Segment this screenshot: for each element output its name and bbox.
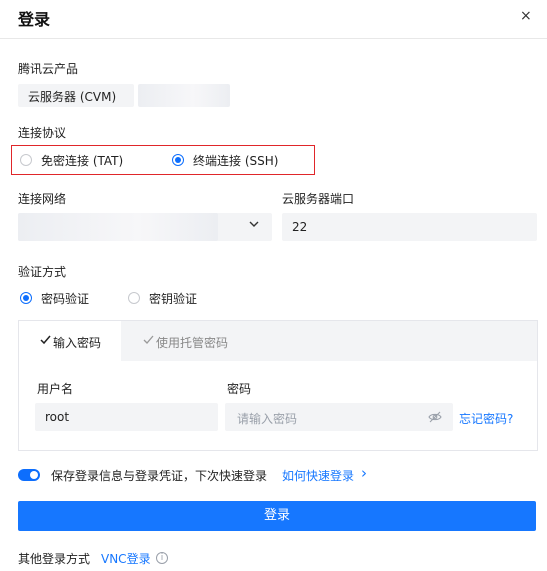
radio-key-auth-label[interactable]: 密钥验证 xyxy=(149,290,197,307)
other-login-label: 其他登录方式 xyxy=(18,552,91,566)
chevron-right-icon[interactable]: › xyxy=(361,464,367,482)
radio-tat[interactable] xyxy=(20,154,32,166)
eye-off-icon[interactable] xyxy=(428,411,442,426)
save-login-toggle[interactable] xyxy=(18,469,40,481)
username-label: 用户名 xyxy=(37,382,74,396)
password-placeholder: 请输入密码 xyxy=(237,412,298,426)
header-divider xyxy=(0,38,547,39)
network-label: 连接网络 xyxy=(18,192,67,206)
port-label: 云服务器端口 xyxy=(282,192,355,206)
port-value: 22 xyxy=(292,220,308,234)
info-icon[interactable]: i xyxy=(156,552,168,564)
auth-label: 验证方式 xyxy=(18,265,67,279)
instance-id-blurred xyxy=(138,84,230,107)
login-button[interactable]: 登录 xyxy=(18,501,536,531)
product-label: 腾讯云产品 xyxy=(18,62,79,76)
password-label: 密码 xyxy=(227,382,252,396)
username-value: root xyxy=(45,410,70,424)
forgot-password-link[interactable]: 忘记密码? xyxy=(459,410,513,427)
port-input[interactable]: 22 xyxy=(282,213,537,241)
vnc-login-link[interactable]: VNC登录 xyxy=(101,550,151,567)
tab-managed-password[interactable]: 使用托管密码 xyxy=(121,321,261,361)
toggle-knob xyxy=(30,471,38,479)
radio-ssh-label[interactable]: 终端连接 (SSH) xyxy=(193,152,278,169)
tab-input-password[interactable]: 输入密码 xyxy=(19,321,121,361)
check-icon xyxy=(40,334,51,348)
radio-tat-label[interactable]: 免密连接 (TAT) xyxy=(41,152,123,169)
network-select[interactable] xyxy=(18,213,272,241)
save-login-text: 保存登录信息与登录凭证，下次快速登录 xyxy=(51,469,268,483)
product-field: 云服务器 (CVM) xyxy=(18,84,134,107)
credentials-panel: 输入密码 使用托管密码 用户名 root 密码 请输入密码 忘记密码? xyxy=(18,320,538,451)
product-value: 云服务器 (CVM) xyxy=(28,90,117,104)
check-icon xyxy=(143,334,154,348)
tab-managed-password-label: 使用托管密码 xyxy=(156,336,229,350)
username-input[interactable]: root xyxy=(35,403,218,431)
dialog-title: 登录 xyxy=(18,10,51,29)
network-value-blurred xyxy=(18,213,218,241)
radio-password-auth[interactable] xyxy=(20,292,32,304)
radio-ssh[interactable] xyxy=(172,154,184,166)
radio-key-auth[interactable] xyxy=(128,292,140,304)
close-icon[interactable]: × xyxy=(520,8,532,24)
chevron-down-icon xyxy=(248,218,260,233)
tab-input-password-label: 输入密码 xyxy=(53,336,102,350)
password-input[interactable]: 请输入密码 xyxy=(225,403,453,431)
quick-login-link[interactable]: 如何快速登录 xyxy=(282,467,354,484)
radio-password-auth-label[interactable]: 密码验证 xyxy=(41,290,89,307)
protocol-label: 连接协议 xyxy=(18,126,67,140)
